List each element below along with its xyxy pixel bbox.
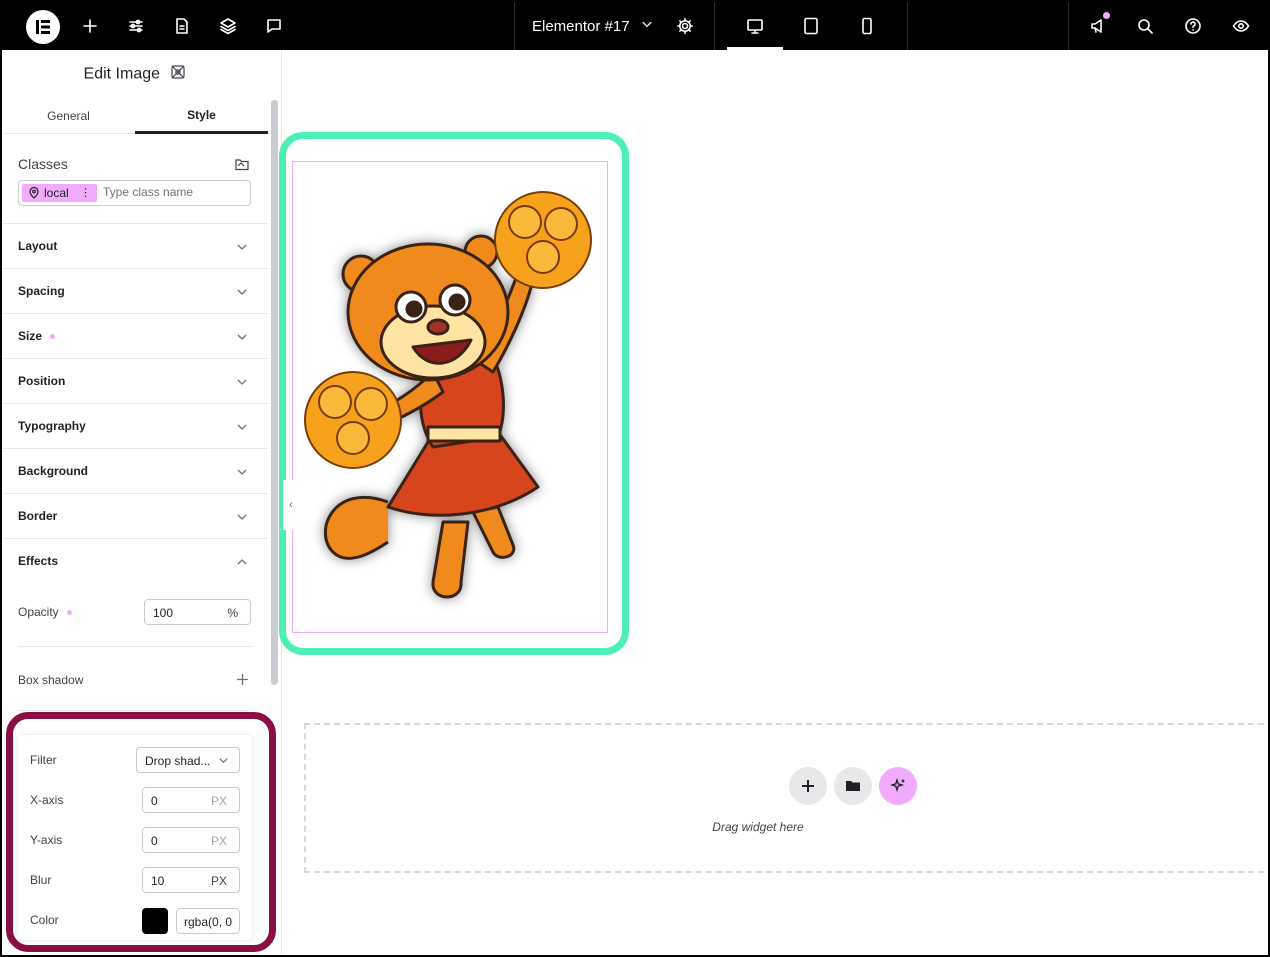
panel-scrollbar[interactable]: [271, 100, 278, 685]
classes-field[interactable]: local ⋮: [18, 180, 251, 206]
panel-tabs: General Style: [2, 98, 268, 134]
tab-style[interactable]: Style: [135, 98, 268, 134]
page-icon[interactable]: [170, 2, 194, 50]
toolbar-separator: [907, 2, 908, 50]
sparkle-icon: [890, 778, 905, 793]
opacity-input[interactable]: 100 %: [144, 599, 251, 625]
comment-icon[interactable]: [262, 2, 286, 50]
modified-indicator: [66, 610, 72, 616]
section-layout[interactable]: Layout: [2, 223, 268, 268]
top-bar: Elementor #17: [2, 2, 1268, 50]
more-vertical-icon[interactable]: ⋮: [80, 186, 91, 199]
mobile-icon[interactable]: [855, 2, 879, 50]
megaphone-icon[interactable]: [1086, 2, 1110, 50]
chevron-down-icon: [236, 285, 248, 303]
chevron-down-icon: [640, 17, 654, 35]
template-library-button[interactable]: [834, 767, 872, 805]
widget-atom-icon: [170, 64, 186, 85]
opacity-unit[interactable]: %: [227, 606, 238, 620]
section-label: Size: [18, 329, 56, 343]
add-icon[interactable]: [78, 2, 102, 50]
section-label: Spacing: [18, 284, 65, 298]
toolbar-separator: [514, 2, 515, 50]
chevron-down-icon: [236, 465, 248, 483]
eye-icon[interactable]: [1229, 2, 1253, 50]
help-icon[interactable]: [1181, 2, 1205, 50]
section-label: Typography: [18, 419, 86, 433]
sliders-icon[interactable]: [124, 2, 148, 50]
box-shadow-label: Box shadow: [18, 673, 84, 687]
tab-general[interactable]: General: [2, 98, 135, 134]
section-typography[interactable]: Typography: [2, 403, 268, 448]
editor-window: Elementor #17 Edit Image General Style C…: [2, 2, 1268, 955]
search-icon[interactable]: [1133, 2, 1157, 50]
gear-icon[interactable]: [673, 2, 697, 50]
section-background[interactable]: Background: [2, 448, 268, 493]
dropzone-text: Drag widget here: [712, 820, 804, 834]
class-name-input[interactable]: [103, 185, 243, 199]
class-chip-label: local: [44, 186, 69, 200]
section-position[interactable]: Position: [2, 358, 268, 403]
toolbar-separator: [714, 2, 715, 50]
chevron-down-icon: [236, 240, 248, 258]
folder-icon: [846, 781, 860, 791]
layers-icon[interactable]: [216, 2, 240, 50]
section-label: Border: [18, 509, 58, 523]
elementor-logo[interactable]: [26, 10, 60, 44]
add-icon: [802, 780, 814, 792]
opacity-label: Opacity: [18, 605, 72, 619]
tiger-cheerleader-image: [304, 191, 592, 599]
document-title: Elementor #17: [532, 17, 630, 35]
tablet-icon[interactable]: [799, 2, 823, 50]
chevron-up-icon: [236, 555, 248, 573]
document-title-dropdown[interactable]: Elementor #17: [532, 2, 654, 50]
chevron-down-icon: [236, 510, 248, 528]
chevron-down-icon: [236, 330, 248, 348]
opacity-value: 100: [153, 606, 174, 620]
section-border[interactable]: Border: [2, 493, 268, 538]
add-section-button[interactable]: [789, 767, 827, 805]
drop-zone[interactable]: Drag widget here: [304, 723, 1268, 873]
section-label: Layout: [18, 239, 58, 253]
toolbar-separator: [1068, 2, 1069, 50]
section-label: Position: [18, 374, 66, 388]
location-pin-icon: [29, 187, 39, 199]
desktop-icon[interactable]: [743, 2, 767, 50]
divider: [18, 710, 252, 711]
opacity-label-text: Opacity: [18, 605, 59, 619]
section-label-text: Size: [18, 329, 43, 343]
section-label: Background: [18, 464, 89, 478]
image-widget[interactable]: [292, 161, 608, 633]
notification-dot: [1103, 12, 1110, 19]
folder-icon[interactable]: [234, 156, 250, 177]
add-box-shadow-icon[interactable]: [236, 673, 249, 691]
collapse-panel-handle[interactable]: ‹: [283, 480, 299, 530]
classes-label: Classes: [18, 156, 68, 172]
chevron-down-icon: [236, 375, 248, 393]
panel-title-text: Edit Image: [83, 65, 161, 83]
class-chip-local[interactable]: local ⋮: [22, 184, 97, 202]
editor-canvas: ‹ Drag widget here: [279, 50, 1268, 955]
section-effects[interactable]: Effects: [2, 538, 268, 583]
chevron-down-icon: [236, 420, 248, 438]
divider: [18, 646, 252, 647]
modified-indicator: [50, 334, 56, 340]
section-label: Effects: [18, 554, 59, 568]
panel-title: Edit Image: [2, 64, 268, 85]
section-size[interactable]: Size: [2, 313, 268, 358]
ai-generate-button[interactable]: [879, 767, 917, 805]
section-spacing[interactable]: Spacing: [2, 268, 268, 313]
